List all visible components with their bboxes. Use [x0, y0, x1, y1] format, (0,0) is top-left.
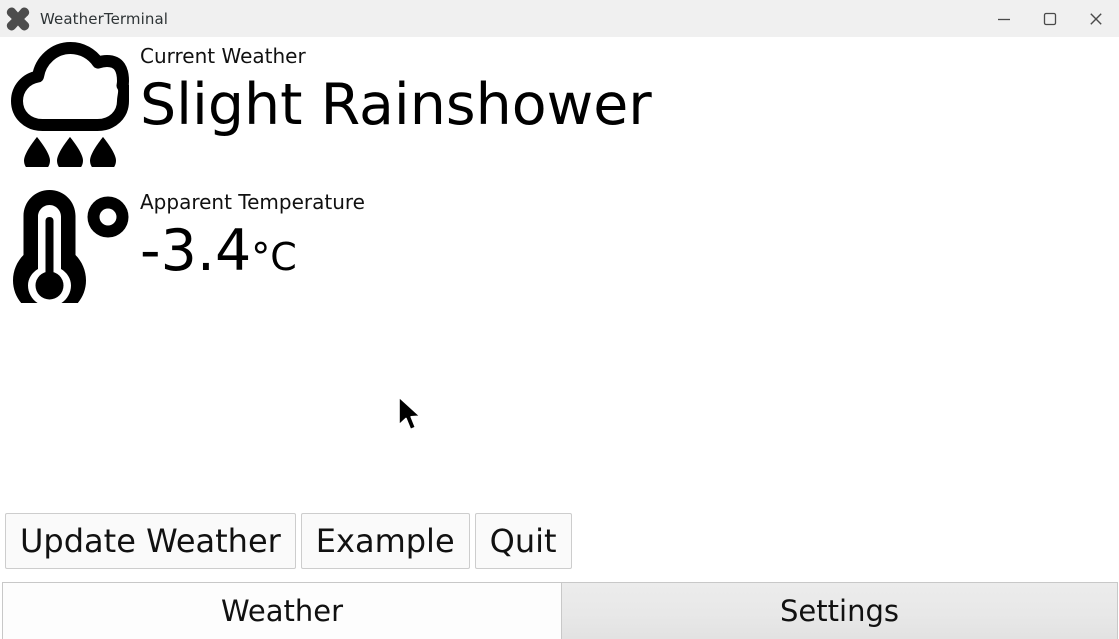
action-button-bar: Update Weather Example Quit [5, 513, 572, 569]
current-weather-label: Current Weather [140, 44, 306, 68]
apparent-temperature-label: Apparent Temperature [140, 190, 365, 214]
apparent-temperature-text: Apparent Temperature -3.4°C [140, 185, 365, 293]
tab-weather[interactable]: Weather [2, 582, 562, 639]
close-icon [1090, 12, 1102, 25]
title-bar[interactable]: WeatherTerminal [0, 0, 1119, 37]
maximize-icon [1043, 12, 1057, 25]
temperature-number: -3.4 [140, 218, 252, 284]
tab-settings-label: Settings [780, 594, 899, 628]
apparent-temperature-row: Apparent Temperature -3.4°C [0, 185, 365, 303]
application-window: WeatherTerminal Current Weather Slight R… [0, 0, 1119, 639]
x-cross-icon [6, 7, 30, 30]
example-button[interactable]: Example [300, 513, 470, 569]
current-weather-row: Current Weather Slight Rainshower [0, 39, 652, 167]
quit-button[interactable]: Quit [474, 513, 572, 569]
apparent-temperature-value: -3.4°C [140, 215, 365, 293]
tab-bar: Weather Settings [0, 580, 1119, 639]
mouse-pointer [398, 396, 421, 431]
window-controls [981, 0, 1119, 37]
window-title: WeatherTerminal [40, 9, 169, 28]
current-weather-value: Slight Rainshower [140, 72, 652, 138]
maximize-button[interactable] [1027, 0, 1073, 37]
update-weather-button[interactable]: Update Weather [5, 513, 296, 569]
close-button[interactable] [1073, 0, 1119, 37]
rain-cloud-icon [11, 42, 129, 167]
thermometer-degree-icon [13, 190, 129, 303]
tab-weather-label: Weather [220, 594, 344, 628]
minimize-icon [998, 18, 1010, 20]
current-weather-text: Current Weather Slight Rainshower [140, 39, 652, 141]
temperature-icon-cell [0, 185, 140, 303]
weather-panel: Current Weather Slight Rainshower Appare… [0, 37, 1119, 580]
minimize-button[interactable] [981, 0, 1027, 37]
temperature-unit: °C [251, 235, 297, 279]
tab-settings[interactable]: Settings [562, 582, 1118, 639]
current-weather-icon-cell [0, 39, 140, 167]
